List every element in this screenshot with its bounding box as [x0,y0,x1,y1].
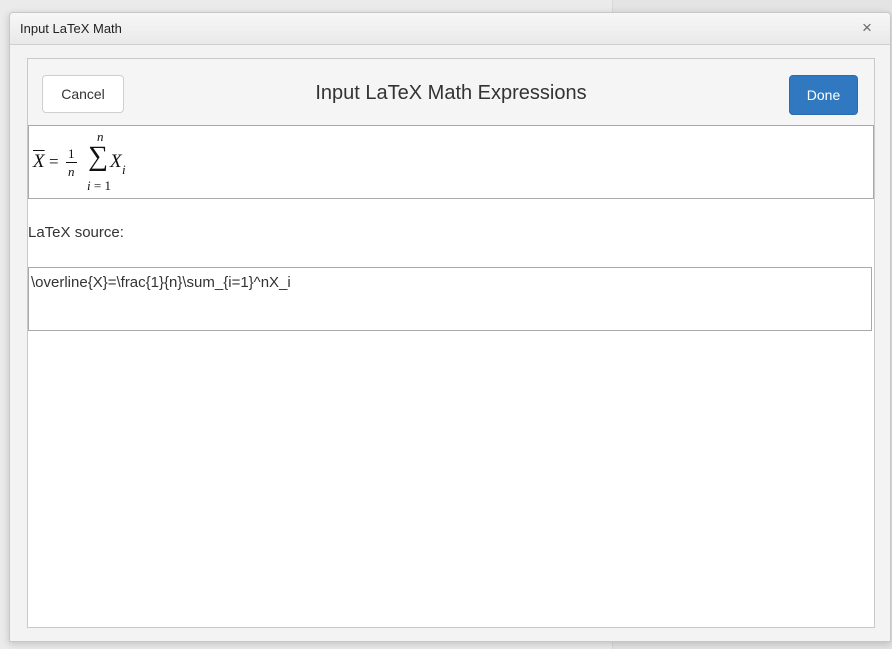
dialog-titlebar[interactable]: Input LaTeX Math × [10,13,890,45]
sum-lower-limit: i = 1 [87,179,111,192]
formula-term-subscript: i [122,162,126,177]
sum-symbol: ∑ [88,141,108,172]
close-icon[interactable]: × [858,18,876,38]
formula-denominator: n [68,164,75,179]
rendered-formula: X = 1 n n ∑ i = 1 X i [29,126,229,198]
dialog-header: Cancel Input LaTeX Math Expressions Done [28,59,874,126]
dialog-title: Input LaTeX Math [20,21,122,36]
latex-source-input[interactable]: \overline{X}=\frac{1}{n}\sum_{i=1}^nX_i [28,267,872,331]
cancel-button[interactable]: Cancel [42,75,124,113]
latex-dialog: Input LaTeX Math × Cancel Input LaTeX Ma… [9,12,891,642]
formula-equals: = [49,152,59,171]
done-button[interactable]: Done [789,75,858,115]
formula-term: X [110,151,122,172]
dialog-content: Cancel Input LaTeX Math Expressions Done… [27,58,875,628]
math-preview: X = 1 n n ∑ i = 1 X i [28,125,874,199]
sum-lower-rest: = 1 [90,178,111,193]
fraction-bar [66,162,77,163]
formula-lhs: X [33,151,45,172]
formula-numerator: 1 [68,146,75,161]
latex-source-label: LaTeX source: [28,224,124,241]
page-title: Input LaTeX Math Expressions [315,82,587,104]
